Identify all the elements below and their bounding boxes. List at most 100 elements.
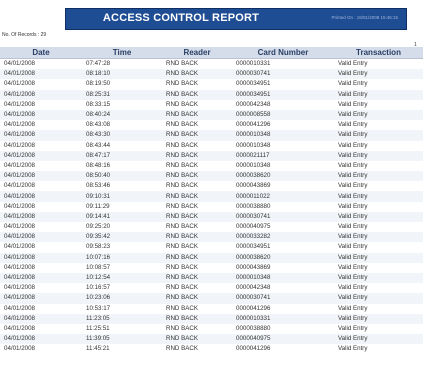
table-row: 04/01/2008 10:12:54 RND BACK 0000010348 Vali… bbox=[0, 272, 423, 284]
card-number-cell: 0000038620 bbox=[232, 171, 334, 182]
reader-cell: RND BACK bbox=[166, 202, 198, 210]
reader-cell: RND BACK bbox=[166, 121, 198, 129]
card-number-cell: 0000042348 bbox=[236, 100, 271, 108]
time-cell: 10:16:57 bbox=[86, 284, 111, 292]
transaction-cell: Valid Entry bbox=[334, 272, 423, 284]
card-number-cell: 0000042348 bbox=[236, 284, 271, 292]
column-header-card-number: Card Number bbox=[232, 47, 334, 59]
transaction-cell: Valid Entry bbox=[334, 293, 423, 304]
table-row: 04/01/2008 08:19:50 RND BACK 0000034951 Vali… bbox=[0, 79, 423, 89]
date-cell: 04/01/2008 bbox=[0, 130, 82, 141]
card-number-cell: 0000010331 bbox=[236, 60, 271, 68]
reader-cell: RND BACK bbox=[166, 284, 198, 292]
access-table: Date Time Reader Card Number Transaction… bbox=[0, 47, 423, 354]
time-cell: 10:07:16 bbox=[82, 252, 162, 263]
reader-cell: RND BACK bbox=[162, 171, 232, 182]
card-number-cell: 0000038880 bbox=[236, 324, 271, 332]
table-row: 04/01/2008 08:18:10 RND BACK 0000030741 Vali… bbox=[0, 69, 423, 80]
card-number-cell: 0000041296 bbox=[236, 304, 271, 312]
reader-cell: RND BACK bbox=[166, 324, 198, 332]
date-cell: 04/01/2008 bbox=[0, 252, 82, 263]
table-row: 04/01/2008 08:43:30 RND BACK 0000010348 Vali… bbox=[0, 130, 423, 141]
reader-cell: RND BACK bbox=[166, 263, 198, 271]
card-number-cell: 0000043869 bbox=[236, 182, 271, 190]
date-cell: 04/01/2008 bbox=[4, 80, 35, 88]
table-row: 04/01/2008 08:40:24 RND BACK 0000008558 Vali… bbox=[0, 109, 423, 121]
transaction-cell: Valid Entry bbox=[334, 313, 423, 324]
time-cell: 08:47:17 bbox=[82, 150, 162, 161]
reader-cell: RND BACK bbox=[166, 345, 198, 353]
table-row: 04/01/2008 10:07:16 RND BACK 0000038620 Vali… bbox=[0, 252, 423, 263]
time-cell: 11:39:05 bbox=[82, 334, 162, 345]
column-header-time: Time bbox=[82, 47, 162, 59]
card-number-cell: 0000010348 bbox=[232, 130, 334, 141]
table-row: 04/01/2008 08:53:46 RND BACK 0000043869 Vali… bbox=[0, 181, 423, 191]
transaction-cell: Valid Entry bbox=[334, 150, 423, 161]
card-number-cell: 0000021117 bbox=[232, 150, 334, 161]
card-number-cell: 0000011022 bbox=[232, 191, 334, 202]
card-number-cell: 0000041296 bbox=[236, 121, 271, 129]
transaction-cell: Valid Entry bbox=[338, 304, 368, 312]
time-cell: 08:19:50 bbox=[86, 80, 111, 88]
transaction-cell: Valid Entry bbox=[334, 69, 423, 80]
table-row: 04/01/2008 07:47:28 RND BACK 0000010331 Vali… bbox=[0, 59, 423, 70]
date-cell: 04/01/2008 bbox=[4, 243, 35, 251]
table-row: 04/01/2008 11:25:51 RND BACK 0000038880 Vali… bbox=[0, 324, 423, 334]
table-row: 04/01/2008 10:23:06 RND BACK 0000030741 Vali… bbox=[0, 293, 423, 304]
transaction-cell: Valid Entry bbox=[338, 182, 368, 190]
reader-cell: RND BACK bbox=[166, 182, 198, 190]
transaction-cell: Valid Entry bbox=[338, 345, 368, 353]
transaction-cell: Valid Entry bbox=[334, 130, 423, 141]
transaction-cell: Valid Entry bbox=[338, 284, 368, 292]
date-cell: 04/01/2008 bbox=[4, 324, 35, 332]
date-cell: 04/01/2008 bbox=[4, 60, 35, 68]
time-cell: 08:50:40 bbox=[82, 171, 162, 182]
time-cell: 09:10:31 bbox=[82, 191, 162, 202]
reader-cell: RND BACK bbox=[162, 109, 232, 121]
time-cell: 10:12:54 bbox=[82, 272, 162, 284]
reader-cell: RND BACK bbox=[166, 100, 198, 108]
card-number-cell: 0000038880 bbox=[236, 202, 271, 210]
report-title: ACCESS CONTROL REPORT bbox=[102, 12, 260, 24]
transaction-cell: Valid Entry bbox=[338, 121, 368, 129]
date-cell: 04/01/2008 bbox=[0, 69, 82, 80]
transaction-cell: Valid Entry bbox=[338, 243, 368, 251]
table-row: 04/01/2008 08:50:40 RND BACK 0000038620 Vali… bbox=[0, 171, 423, 182]
card-number-cell: 0000041296 bbox=[236, 345, 271, 353]
time-cell: 09:11:29 bbox=[86, 202, 110, 210]
table-body: 04/01/2008 07:47:28 RND BACK 0000010331 Vali… bbox=[0, 59, 423, 355]
reader-cell: RND BACK bbox=[162, 272, 232, 284]
column-header-date: Date bbox=[0, 47, 82, 59]
table-row: 04/01/2008 11:39:05 RND BACK 0000040975 Vali… bbox=[0, 334, 423, 345]
reader-cell: RND BACK bbox=[166, 161, 198, 169]
date-cell: 04/01/2008 bbox=[4, 100, 35, 108]
card-number-cell: 0000030741 bbox=[232, 211, 334, 222]
date-cell: 04/01/2008 bbox=[0, 272, 82, 284]
table-row: 04/01/2008 08:25:31 RND BACK 0000034951 Vali… bbox=[0, 89, 423, 100]
time-cell: 08:18:10 bbox=[82, 69, 162, 80]
transaction-cell: Valid Entry bbox=[334, 191, 423, 202]
card-number-cell: 0000010331 bbox=[232, 313, 334, 324]
reader-cell: RND BACK bbox=[162, 211, 232, 222]
transaction-cell: Valid Entry bbox=[338, 161, 368, 169]
transaction-cell: Valid Entry bbox=[334, 232, 423, 243]
date-cell: 04/01/2008 bbox=[4, 141, 35, 149]
date-cell: 04/01/2008 bbox=[4, 304, 35, 312]
table-row: 04/01/2008 08:33:15 RND BACK 0000042348 Vali… bbox=[0, 100, 423, 110]
time-cell: 08:43:08 bbox=[86, 121, 111, 129]
time-cell: 11:25:51 bbox=[86, 324, 110, 332]
table-row: 04/01/2008 09:25:20 RND BACK 0000040975 Vali… bbox=[0, 222, 423, 232]
date-cell: 04/01/2008 bbox=[4, 121, 35, 129]
time-cell: 08:25:31 bbox=[82, 89, 162, 100]
table-row: 04/01/2008 09:58:23 RND BACK 0000034951 Vali… bbox=[0, 242, 423, 252]
date-cell: 04/01/2008 bbox=[0, 211, 82, 222]
transaction-cell: Valid Entry bbox=[338, 60, 368, 68]
transaction-cell: Valid Entry bbox=[334, 211, 423, 222]
date-cell: 04/01/2008 bbox=[4, 284, 35, 292]
date-cell: 04/01/2008 bbox=[0, 334, 82, 345]
date-cell: 04/01/2008 bbox=[0, 293, 82, 304]
reader-cell: RND BACK bbox=[166, 80, 198, 88]
card-number-cell: 0000040975 bbox=[232, 334, 334, 345]
card-number-cell: 0000034951 bbox=[232, 89, 334, 100]
time-cell: 11:23:05 bbox=[82, 313, 162, 324]
